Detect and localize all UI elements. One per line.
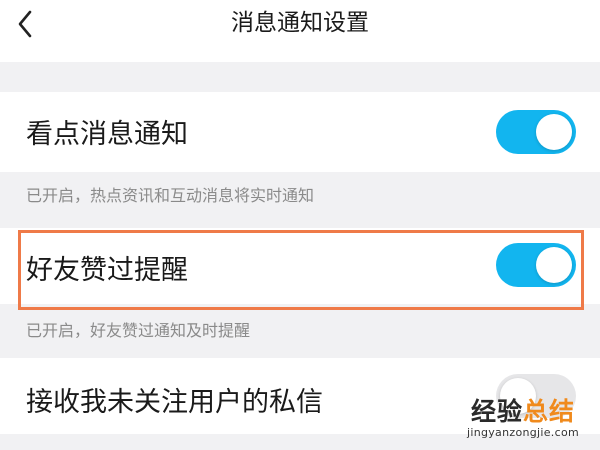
top-bar: 消息通知设置 [0,0,600,62]
toggle-knob [536,114,572,150]
page-title: 消息通知设置 [231,10,369,36]
watermark-text-b: 总结 [523,397,576,426]
setting-hint: 已开启，热点资讯和互动消息将实时通知 [26,186,315,205]
watermark: 经验总结 jingyanzongjie.com [448,398,598,448]
setting-label: 接收我未关注用户的私信 [26,387,323,418]
watermark-text-a: 经验 [470,397,523,426]
watermark-url: jingyanzongjie.com [466,426,580,439]
kandian-notification-toggle[interactable] [496,110,576,154]
highlight-box [18,230,584,310]
setting-label: 看点消息通知 [26,119,188,150]
watermark-logo: 经验总结 [448,398,598,426]
setting-hint: 已开启，好友赞过通知及时提醒 [26,321,251,340]
setting-row-kandian-notification: 看点消息通知 [0,92,600,172]
